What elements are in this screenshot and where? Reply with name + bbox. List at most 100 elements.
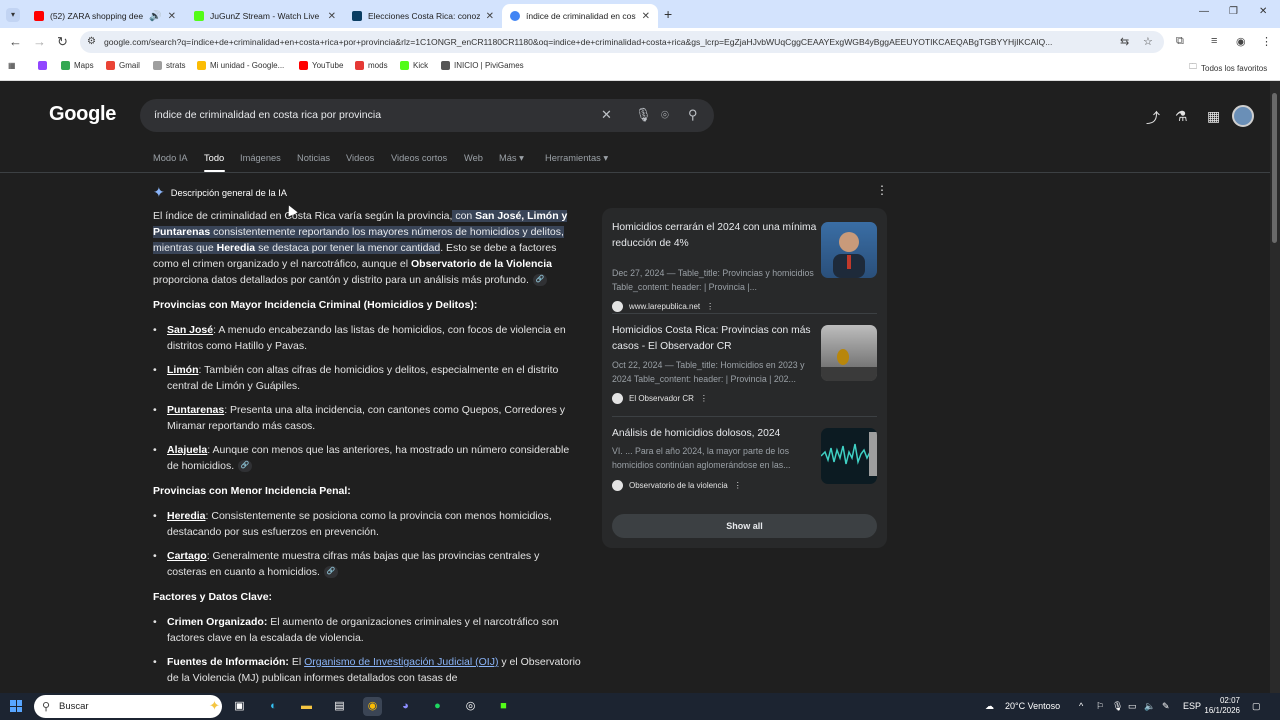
battery-icon[interactable]: ▭ [1128,701,1137,712]
new-tab-icon[interactable]: + [664,6,672,22]
bookmark-mods[interactable]: mods [355,61,388,70]
translate-icon[interactable]: ⇆ [1120,35,1129,48]
show-all-button[interactable]: Show all [612,514,877,538]
oij-link[interactable]: Organismo de Investigación Judicial (OIJ… [304,656,498,668]
tab-noticias[interactable]: Noticias [297,153,330,163]
tab-modo-ia[interactable]: Modo IA [153,153,188,163]
windows-start-icon[interactable] [10,700,22,712]
source-site[interactable]: El Observador CR ⋮ [612,393,708,404]
bookmark-drive[interactable]: Mi unidad - Google... [197,61,284,70]
chrome-icon[interactable]: ◉ [363,697,382,716]
province-name[interactable]: San José [167,324,213,336]
reload-icon[interactable]: ↻ [57,34,68,50]
bookmark-youtube[interactable]: YouTube [299,61,343,70]
chevron-up-icon[interactable]: ^ [1079,701,1083,711]
notifications-icon[interactable]: ▢ [1252,701,1261,712]
discord-icon[interactable]: ◕ [396,697,415,716]
url-text[interactable]: google.com/search?q=índice+de+criminalid… [104,37,1114,47]
store-icon[interactable]: ▤ [330,697,349,716]
tab-todo[interactable]: Todo [204,153,224,163]
close-icon[interactable]: ✕ [642,11,650,22]
menu-kebab-icon[interactable]: ⋮ [1261,35,1272,48]
task-view-icon[interactable]: ▣ [230,697,249,716]
source-card[interactable]: Homicidios cerrarán el 2024 con una míni… [612,220,877,312]
weather-text[interactable]: 20°C Ventoso [1005,701,1060,711]
kebab-icon[interactable]: ⋮ [734,481,742,490]
close-icon[interactable]: ✕ [168,11,176,22]
bookmark-pivigames[interactable]: INICIO | PiviGames [441,61,524,70]
scrollbar-thumb[interactable] [1272,93,1277,243]
source-site[interactable]: www.larepublica.net ⋮ [612,301,714,312]
share-icon[interactable]: ⤴ [1146,108,1160,128]
obs-icon[interactable]: ◎ [461,697,480,716]
bookmark-twitch-icon[interactable] [38,61,47,70]
tab-web[interactable]: Web [464,153,483,163]
province-name[interactable]: Limón [167,364,199,376]
close-window-icon[interactable]: ✕ [1259,6,1267,17]
bookmark-maps[interactable]: Maps [61,61,94,70]
source-thumbnail[interactable] [821,428,877,484]
bookmark-gmail[interactable]: Gmail [106,61,140,70]
province-name[interactable]: Puntarenas [167,404,224,416]
mic-icon[interactable]: 🎙 [1112,701,1123,712]
search-box[interactable]: índice de criminalidad en costa rica por… [140,99,714,132]
tab-elecciones[interactable]: Elecciones Costa Rica: conozca ✕ [344,4,502,28]
network-icon[interactable]: ⚐ [1096,701,1104,712]
site-info-icon[interactable]: ⚙ [87,36,96,47]
source-card[interactable]: Homicidios Costa Rica: Provincias con má… [612,323,877,407]
source-thumbnail[interactable] [821,325,877,381]
source-card[interactable]: Análisis de homicidios dolosos, 2024 VI.… [612,426,877,496]
google-logo[interactable]: Google [49,103,116,126]
tab-mas[interactable]: Más ▾ [499,153,524,164]
language-indicator[interactable]: ESP [1183,701,1201,711]
province-name[interactable]: Heredia [167,510,206,522]
source-site[interactable]: Observatorio de la violencia ⋮ [612,480,742,491]
speaker-icon[interactable]: 🔊 [149,11,161,22]
microphone-icon[interactable]: 🎙 [635,107,652,123]
tab-videos[interactable]: Videos [346,153,374,163]
bookmark-star-icon[interactable]: ☆ [1143,35,1153,48]
taskbar-search[interactable]: ⚲ Buscar ✦ [34,695,222,718]
volume-icon[interactable]: 🔈 [1144,701,1155,712]
close-icon[interactable]: ✕ [328,11,336,22]
spotify-icon[interactable]: ● [428,697,447,716]
citation-link-icon[interactable]: 🔗 [532,274,547,287]
apps-icon[interactable]: ▦ [1207,108,1220,125]
tab-zara[interactable]: (52) ZARA shopping deep h 🔊 ✕ [26,4,184,28]
restore-icon[interactable]: ❐ [1229,6,1238,17]
file-explorer-icon[interactable]: ▬ [297,697,316,716]
tab-google-search[interactable]: índice de criminalidad en costa ✕ [502,4,658,28]
search-icon[interactable]: ⚲ [688,107,698,123]
apps-grid-icon[interactable]: ▦ [8,61,16,70]
page-scrollbar[interactable] [1270,81,1280,693]
tab-jugunz[interactable]: JuGunZ Stream - Watch Live o ✕ [186,4,344,28]
bookmark-kick[interactable]: Kick [400,61,428,70]
account-avatar[interactable] [1232,105,1254,127]
province-name[interactable]: Cartago [167,550,207,562]
province-name[interactable]: Alajuela [167,444,207,456]
source-title[interactable]: Homicidios cerrarán el 2024 con una míni… [612,220,817,252]
tab-search-icon[interactable]: ▾ [6,8,20,22]
clear-icon[interactable]: ✕ [601,107,612,123]
profile-icon[interactable]: ◉ [1236,35,1246,48]
tab-imagenes[interactable]: Imágenes [240,153,281,163]
extensions-icon[interactable]: ⧉ [1176,35,1184,48]
citation-link-icon[interactable]: 🔗 [238,460,253,473]
all-bookmarks[interactable]: 🗀 Todos los favoritos [1189,61,1267,75]
forward-icon[interactable]: → [33,34,46,49]
media-icon[interactable]: ≡ [1211,35,1217,47]
pen-icon[interactable]: ✎ [1162,701,1170,712]
kebab-icon[interactable]: ⋮ [706,302,714,311]
lens-icon[interactable]: ⌾ [661,107,669,123]
source-thumbnail[interactable] [821,222,877,278]
source-title[interactable]: Homicidios Costa Rica: Provincias con má… [612,323,817,355]
labs-icon[interactable]: ⚗ [1175,108,1188,125]
weather-icon[interactable]: ☁ [985,701,994,712]
tab-videos-cortos[interactable]: Videos cortos [391,153,447,163]
kebab-icon[interactable]: ⋮ [700,394,708,403]
kick-app-icon[interactable]: ■ [494,697,513,716]
back-icon[interactable]: ← [9,34,22,49]
citation-link-icon[interactable]: 🔗 [323,566,338,579]
bookmark-strats[interactable]: strats [153,61,186,70]
tools-button[interactable]: Herramientas ▾ [545,153,608,164]
